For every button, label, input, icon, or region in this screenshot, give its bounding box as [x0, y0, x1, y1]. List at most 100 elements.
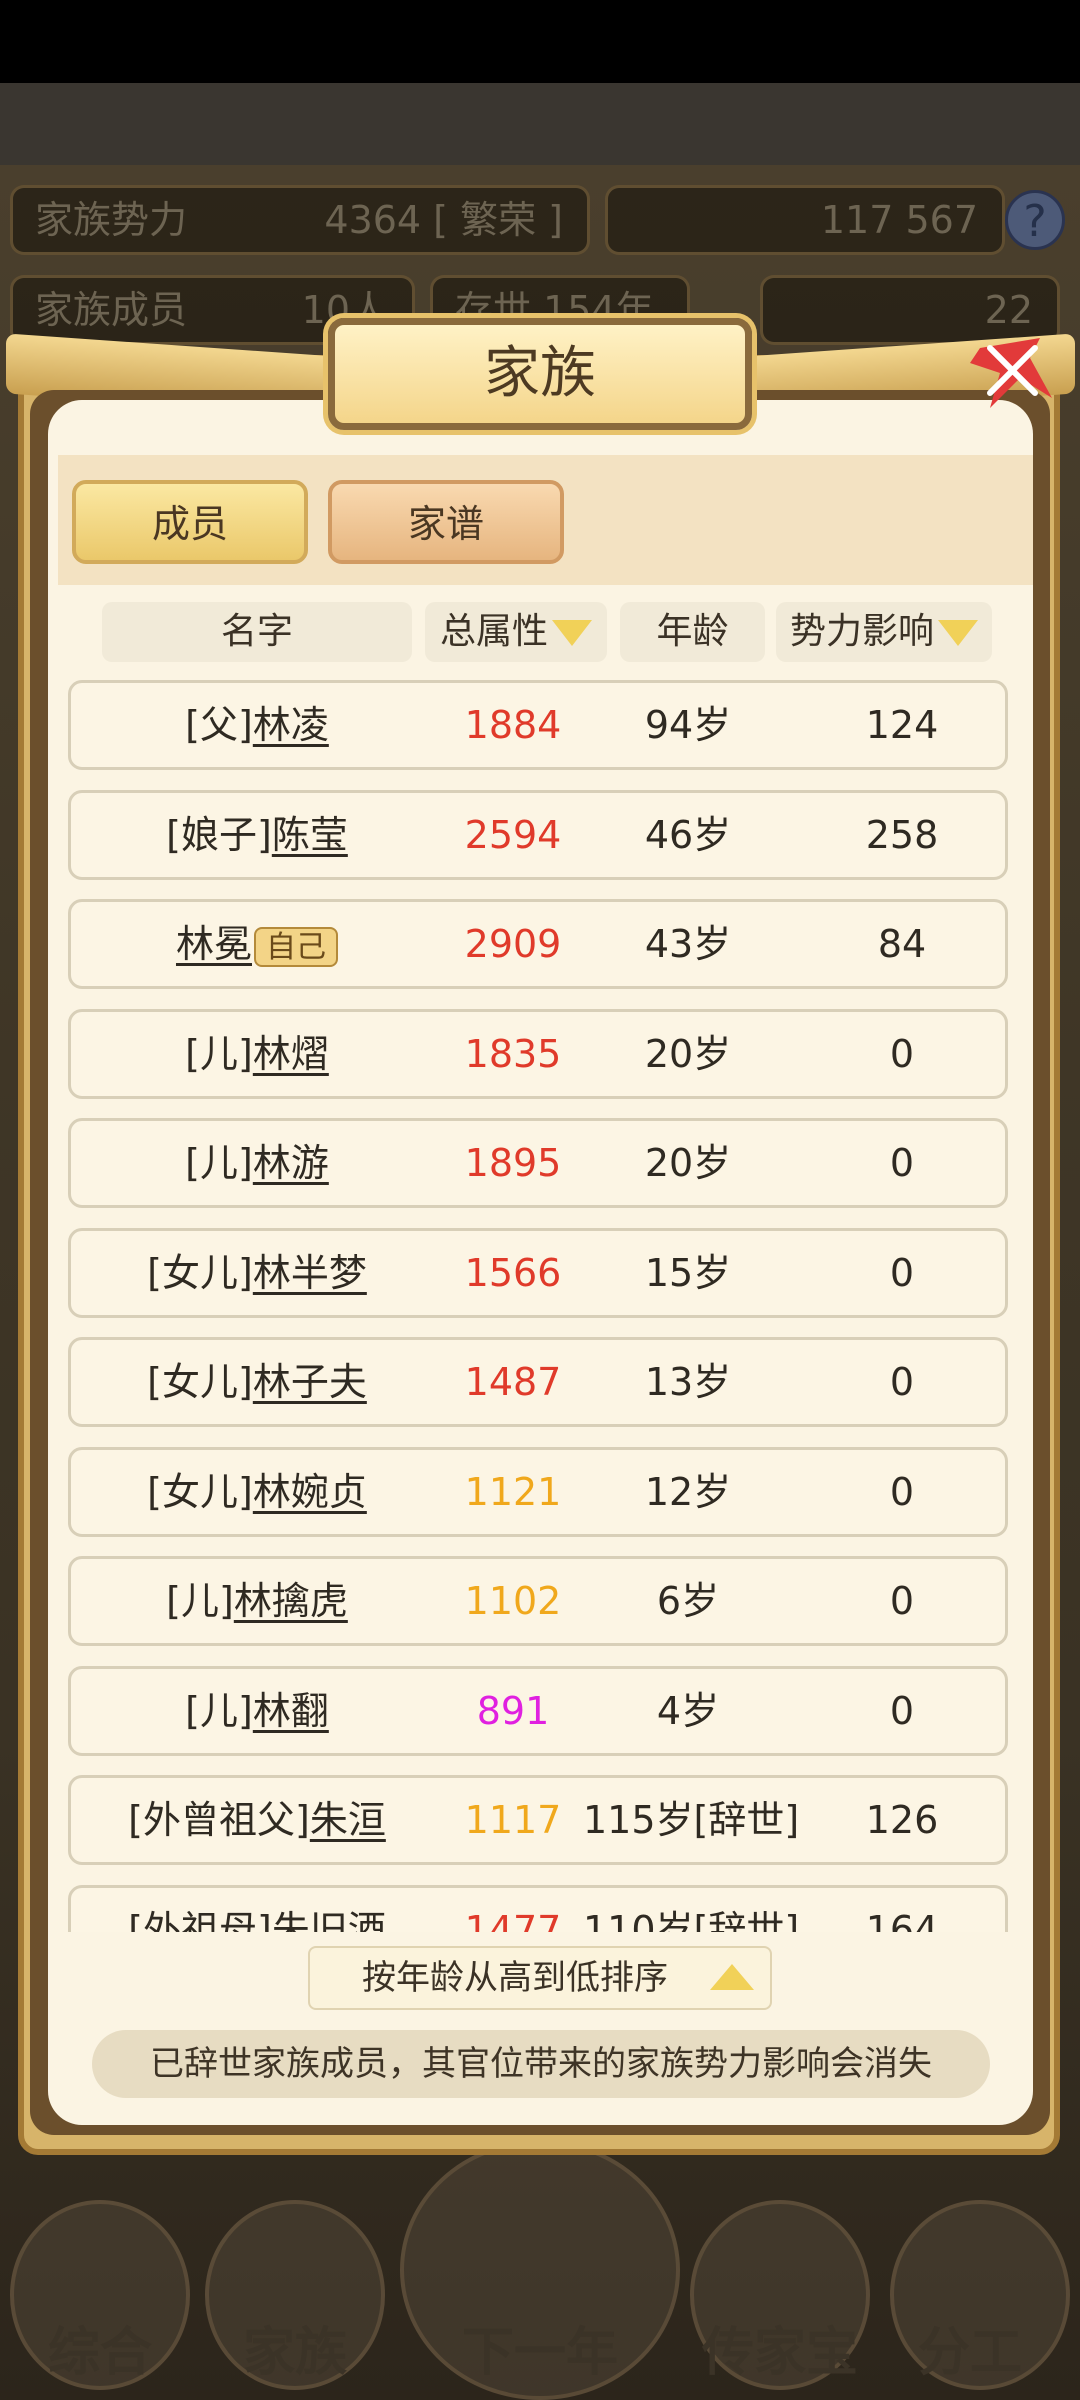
relation-label: [儿]	[166, 1579, 234, 1623]
member-name-link[interactable]: 林半梦	[253, 1251, 367, 1295]
member-name-cell: [儿]林擒虎	[71, 1559, 443, 1643]
member-row[interactable]: [女儿]林半梦 1566 15岁 0	[68, 1228, 1008, 1318]
member-row[interactable]: [女儿]林子夫 1487 13岁 0	[68, 1337, 1008, 1427]
sort-down-icon	[552, 620, 592, 646]
stat-value: 4364 [ 繁荣 ]	[324, 198, 563, 242]
column-header-label: 年龄	[656, 611, 729, 652]
member-name-cell: [儿]林游	[71, 1121, 443, 1205]
relation-label: [父]	[185, 703, 253, 747]
member-attribute-value: 1102	[464, 1579, 562, 1623]
column-header-age: 年龄	[620, 602, 765, 662]
relation-label: [女儿]	[147, 1360, 253, 1404]
member-attribute-value: 2909	[464, 922, 562, 966]
member-name-cell: [父]林凌	[71, 683, 443, 767]
member-name-cell: [女儿]林半梦	[71, 1231, 443, 1315]
member-name-link[interactable]: 林熠	[253, 1032, 329, 1076]
member-attribute-value: 1487	[464, 1360, 562, 1404]
member-row[interactable]: [父]林凌 1884 94岁 124	[68, 680, 1008, 770]
stat-label: 家族势力	[35, 198, 188, 242]
sort-order-button[interactable]: 按年龄从高到低排序	[308, 1946, 772, 2010]
member-age: 46岁	[644, 813, 732, 857]
member-name-link[interactable]: 朱旧酒	[272, 1908, 386, 1932]
member-influence: 0	[889, 1141, 915, 1185]
column-header-attributes[interactable]: 总属性	[425, 602, 607, 662]
member-influence: 258	[865, 813, 939, 857]
relation-label: [儿]	[185, 1689, 253, 1733]
member-name-cell: [外曾祖父]朱洹	[71, 1778, 443, 1862]
column-header-label: 势力影响	[789, 611, 934, 652]
column-header-label: 名字	[220, 611, 293, 652]
nav-label: 下一年	[461, 2322, 618, 2383]
member-name-link[interactable]: 林凌	[253, 703, 329, 747]
member-name-link[interactable]: 林婉贞	[253, 1470, 367, 1514]
member-list[interactable]: [父]林凌 1884 94岁 124 [娘子]陈莹 2594 46岁 258 林冕 自己 2909 4…	[58, 670, 1033, 1932]
status-bar	[0, 0, 1080, 83]
member-name-link[interactable]: 林擒虎	[234, 1579, 348, 1623]
member-influence: 164	[865, 1908, 939, 1932]
member-row[interactable]: 林冕 自己 2909 43岁 84	[68, 899, 1008, 989]
close-icon[interactable]	[960, 318, 1060, 418]
member-name-cell: 林冕 自己	[71, 902, 443, 986]
column-header-influence[interactable]: 势力影响	[776, 602, 992, 662]
member-attribute-value: 891	[476, 1689, 550, 1733]
member-influence: 0	[889, 1032, 915, 1076]
member-row[interactable]: [外曾祖父]朱洹 1117 115岁[辞世] 126	[68, 1775, 1008, 1865]
member-name-cell: [儿]林翻	[71, 1669, 443, 1753]
member-age: 94岁	[644, 703, 732, 747]
currency-stat: 117 567	[605, 185, 1005, 255]
member-name-link[interactable]: 陈莹	[272, 813, 348, 857]
member-influence: 0	[889, 1579, 915, 1623]
member-age: 110岁[辞世]	[583, 1908, 800, 1932]
member-influence: 0	[889, 1470, 915, 1514]
member-row[interactable]: [女儿]林婉贞 1121 12岁 0	[68, 1447, 1008, 1537]
member-row[interactable]: [儿]林游 1895 20岁 0	[68, 1118, 1008, 1208]
member-attribute-value: 1117	[464, 1798, 562, 1842]
relation-label: [女儿]	[147, 1251, 253, 1295]
member-name-link[interactable]: 林子夫	[253, 1360, 367, 1404]
tab-genealogy[interactable]: 家谱	[328, 480, 564, 564]
member-influence: 84	[877, 922, 927, 966]
member-age: 13岁	[644, 1360, 732, 1404]
member-age: 12岁	[644, 1470, 732, 1514]
member-influence: 126	[865, 1798, 939, 1842]
member-name-link[interactable]: 林翻	[253, 1689, 329, 1733]
member-age: 20岁	[644, 1032, 732, 1076]
member-row[interactable]: [儿]林熠 1835 20岁 0	[68, 1009, 1008, 1099]
member-attribute-value: 1566	[464, 1251, 562, 1295]
member-attribute-value: 1884	[464, 703, 562, 747]
member-influence: 0	[889, 1360, 915, 1404]
nav-label: 传家宝	[701, 2322, 858, 2383]
relation-label: [女儿]	[147, 1470, 253, 1514]
member-age: 20岁	[644, 1141, 732, 1185]
member-attribute-value: 1895	[464, 1141, 562, 1185]
relation-label: [外祖母]	[128, 1908, 272, 1932]
sort-up-icon	[710, 1964, 754, 1990]
member-attribute-value: 1477	[464, 1908, 562, 1932]
member-age: 4岁	[656, 1689, 720, 1733]
member-row[interactable]: [外祖母]朱旧酒 1477 110岁[辞世] 164	[68, 1885, 1008, 1932]
tab-members[interactable]: 成员	[72, 480, 308, 564]
member-row[interactable]: [儿]林擒虎 1102 6岁 0	[68, 1556, 1008, 1646]
help-icon[interactable]: ?	[1005, 190, 1065, 250]
relation-label: [娘子]	[166, 813, 272, 857]
relation-label: [外曾祖父]	[128, 1798, 310, 1842]
member-name-cell: [儿]林熠	[71, 1012, 443, 1096]
member-influence: 0	[889, 1251, 915, 1295]
member-influence: 124	[865, 703, 939, 747]
top-strip	[0, 83, 1080, 165]
member-influence: 0	[889, 1689, 915, 1733]
member-row[interactable]: [娘子]陈莹 2594 46岁 258	[68, 790, 1008, 880]
sort-down-icon	[938, 620, 978, 646]
member-name-link[interactable]: 林冕	[176, 922, 252, 966]
member-attribute-value: 2594	[464, 813, 562, 857]
sort-order-label: 按年龄从高到低排序	[362, 1958, 668, 1998]
member-name-cell: [娘子]陈莹	[71, 793, 443, 877]
member-attribute-value: 1835	[464, 1032, 562, 1076]
member-row[interactable]: [儿]林翻 891 4岁 0	[68, 1666, 1008, 1756]
member-age: 6岁	[656, 1579, 720, 1623]
column-header-name: 名字	[102, 602, 412, 662]
stat-label: 家族成员	[35, 288, 188, 332]
member-name-link[interactable]: 林游	[253, 1141, 329, 1185]
member-name-cell: [外祖母]朱旧酒	[71, 1888, 443, 1932]
member-name-link[interactable]: 朱洹	[310, 1798, 386, 1842]
